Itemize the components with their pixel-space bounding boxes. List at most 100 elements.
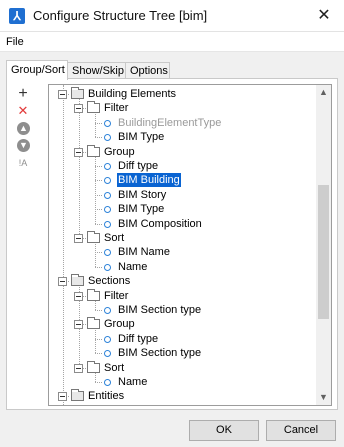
- collapse-toggle-icon[interactable]: [74, 147, 83, 157]
- tree-folder[interactable]: Sort: [87, 360, 125, 375]
- tree-line: [95, 266, 102, 268]
- field-bullet-icon: [104, 335, 111, 343]
- tree-item[interactable]: BuildingElementType: [103, 116, 222, 130]
- tree-node-label: Entities: [88, 390, 125, 403]
- tree-folder[interactable]: Entities: [71, 389, 125, 403]
- field-bullet-icon: [104, 263, 111, 271]
- tree-item[interactable]: BIM Type: [103, 130, 165, 144]
- tree-folder[interactable]: Sort: [87, 231, 125, 245]
- field-bullet-icon: [104, 119, 111, 127]
- field-bullet-icon: [104, 220, 111, 228]
- tree-folder[interactable]: Group: [87, 317, 136, 331]
- tree-line: [95, 310, 102, 311]
- add-icon[interactable]: +: [16, 86, 30, 102]
- tree-node-label: Diff type: [118, 160, 159, 172]
- tree-folder[interactable]: Building Elements: [71, 87, 177, 101]
- folder-icon: [87, 231, 100, 243]
- collapse-toggle-icon[interactable]: [58, 277, 67, 287]
- tree-node-label: Filter: [104, 102, 129, 115]
- move-down-icon[interactable]: ▼: [17, 139, 30, 152]
- tree-item[interactable]: Name: [103, 260, 148, 274]
- field-bullet-icon: [104, 307, 111, 314]
- field-bullet-icon: [104, 134, 111, 142]
- window-title: Configure Structure Tree [bim]: [33, 8, 208, 23]
- menu-bar: File: [0, 32, 344, 52]
- scroll-down-icon[interactable]: ▼: [316, 390, 331, 405]
- tree-node-label: Name: [118, 376, 148, 388]
- tree-node-label: Building Elements: [88, 88, 177, 100]
- cancel-button[interactable]: Cancel: [266, 420, 336, 441]
- tree-item[interactable]: BIM Composition: [103, 217, 203, 231]
- delete-icon[interactable]: ✕: [16, 104, 30, 118]
- collapse-toggle-icon[interactable]: [74, 104, 83, 114]
- tree-folder[interactable]: Filter: [87, 288, 129, 303]
- tab-group-sort[interactable]: Group/Sort: [6, 60, 68, 80]
- tree-item[interactable]: BIM Story: [103, 188, 167, 202]
- collapse-toggle-icon[interactable]: [74, 291, 83, 301]
- tree-line: [95, 194, 102, 196]
- structure-tree[interactable]: Building Elements Filter BuildingElementTy…: [48, 84, 332, 406]
- tree-item[interactable]: BIM Name: [103, 245, 171, 259]
- tree-node-label: BIM Section type: [118, 347, 202, 360]
- tree-node-label: BIM Type: [118, 203, 165, 216]
- collapse-toggle-icon[interactable]: [58, 392, 67, 402]
- folder-open-icon: [71, 274, 84, 287]
- tree-item[interactable]: Diff type: [103, 159, 159, 173]
- tree-line: [95, 338, 102, 340]
- tree-line: [95, 353, 102, 355]
- tree-node-label: Group: [104, 145, 135, 158]
- tree-folder[interactable]: Group: [87, 144, 136, 159]
- sort-alpha-icon[interactable]: !A: [16, 156, 30, 170]
- tree-line: [95, 242, 96, 267]
- tree-folder[interactable]: Sections: [71, 274, 131, 288]
- group-sort-panel: + ✕ ▲ ▼ !A Building Elements Filter Buildi…: [6, 78, 338, 410]
- app-icon: ⅄: [9, 8, 25, 24]
- tab-options[interactable]: Options: [125, 62, 170, 79]
- folder-icon: [87, 288, 100, 301]
- ok-button[interactable]: OK: [189, 420, 259, 441]
- tree-folder[interactable]: Filter: [87, 101, 129, 115]
- field-bullet-icon: [104, 350, 111, 358]
- field-bullet-icon: [104, 191, 111, 199]
- tree-node-label: Sort: [104, 232, 125, 244]
- tree-node-label: Diff type: [118, 332, 159, 345]
- tree-item[interactable]: BIM Section type: [103, 303, 202, 317]
- tree-line: [95, 328, 96, 354]
- tree-line: [95, 252, 102, 254]
- tree-node-label: Name: [118, 260, 148, 273]
- tree-line: [79, 98, 80, 238]
- scroll-up-icon[interactable]: ▲: [316, 85, 331, 100]
- collapse-toggle-icon[interactable]: [74, 320, 83, 330]
- tree-node-label: BIM Story: [118, 188, 167, 201]
- title-bar: ⅄ Configure Structure Tree [bim] ✕: [0, 0, 344, 32]
- tree-item[interactable]: BIM Section type: [103, 346, 202, 360]
- tree-line: [95, 180, 102, 182]
- field-bullet-icon: [104, 206, 111, 214]
- field-bullet-icon: [104, 249, 111, 257]
- field-bullet-icon: [104, 163, 111, 170]
- folder-open-icon: [71, 87, 84, 99]
- field-bullet-icon: [104, 177, 111, 185]
- tree-node-label: Sort: [104, 361, 125, 374]
- collapse-toggle-icon[interactable]: [58, 90, 67, 99]
- tree-node-label: Sections: [88, 275, 131, 288]
- tree-item[interactable]: BIM Type: [103, 202, 165, 216]
- menu-file[interactable]: File: [6, 36, 24, 48]
- scroll-thumb[interactable]: [318, 185, 329, 319]
- collapse-toggle-icon[interactable]: [74, 234, 83, 243]
- move-up-icon[interactable]: ▲: [17, 122, 30, 135]
- folder-icon: [87, 144, 100, 157]
- tree-node-label: BIM Building: [117, 173, 181, 188]
- tree-item[interactable]: Name: [103, 375, 148, 389]
- close-button[interactable]: ✕: [304, 0, 344, 32]
- vertical-scrollbar[interactable]: ▲ ▼: [316, 85, 331, 405]
- field-bullet-icon: [104, 379, 111, 386]
- collapse-toggle-icon[interactable]: [74, 363, 83, 373]
- tab-show-skip[interactable]: Show/Skip: [67, 62, 126, 79]
- tree-line: [95, 112, 96, 138]
- tree-item[interactable]: BIM Building: [103, 173, 181, 188]
- tree-line: [95, 137, 102, 139]
- tree-item[interactable]: Diff type: [103, 332, 159, 346]
- folder-open-icon: [71, 389, 84, 402]
- tree-node-label: BIM Section type: [118, 304, 202, 316]
